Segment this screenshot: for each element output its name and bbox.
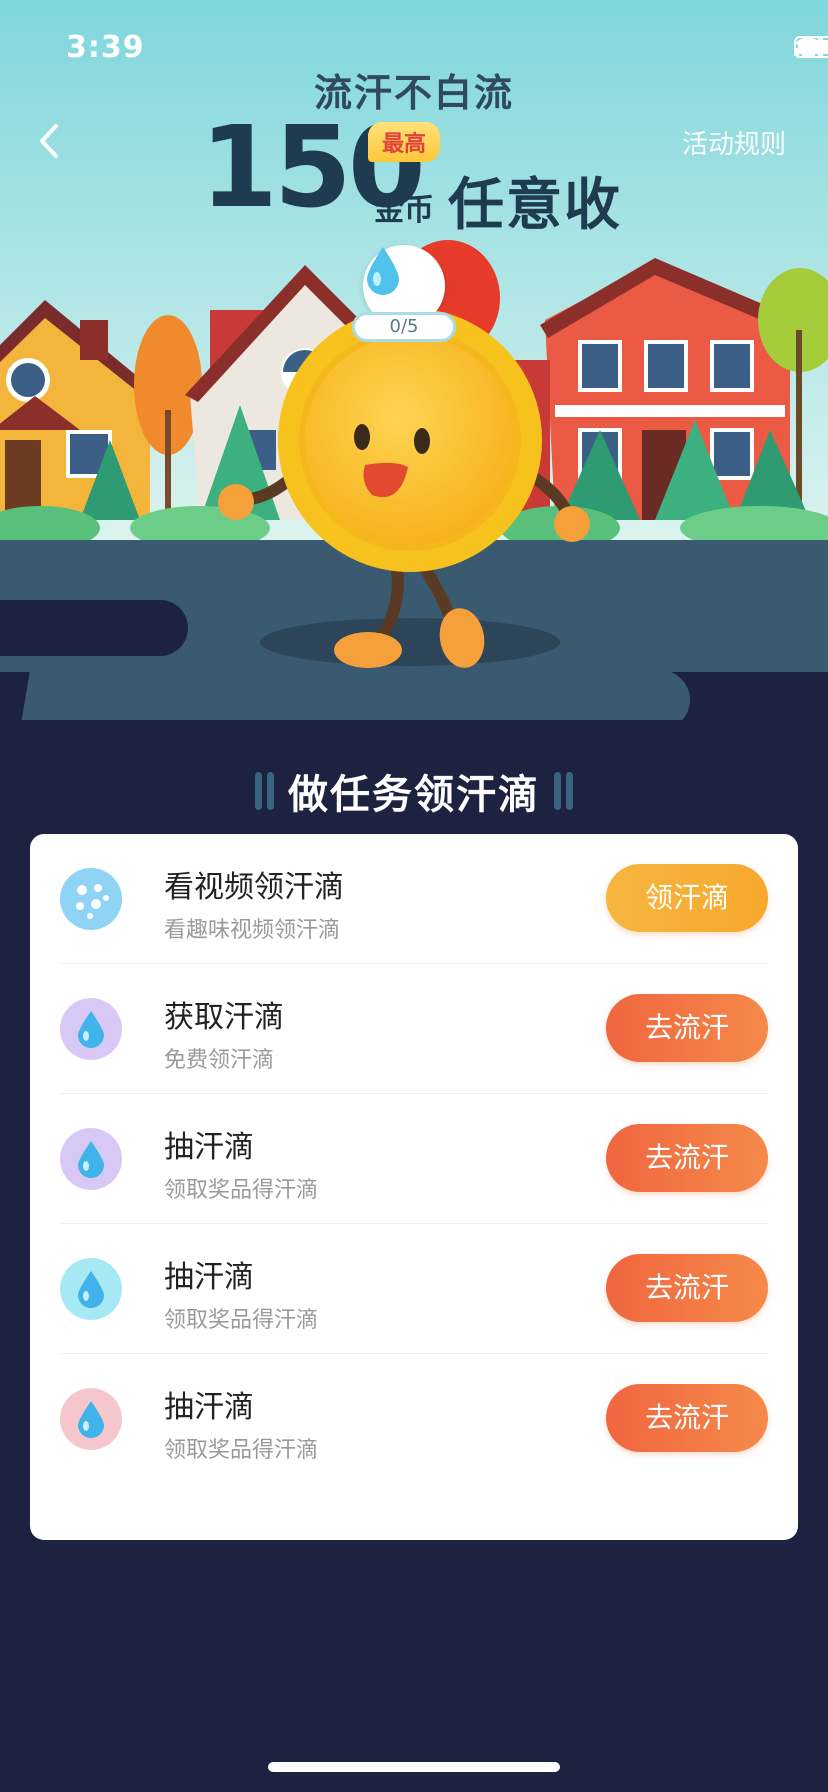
water-drop-icon	[78, 1401, 104, 1438]
task-list-card: 看视频领汗滴 看趣味视频领汗滴 领汗滴 获取汗滴 免费领汗滴 去流汗 抽汗滴 领…	[30, 834, 798, 1540]
app-root: 3:39 活动规则 流汗不白流 150 最高 金币 任意收 0/5 做任务领汗滴…	[0, 0, 828, 1792]
battery-icon	[794, 36, 828, 58]
coin-unit-label: 金币	[374, 193, 434, 228]
tagline: 任意收	[448, 173, 622, 238]
task-icon	[60, 1128, 122, 1190]
task-icon	[60, 1258, 122, 1320]
claim-drops-button[interactable]: 领汗滴	[606, 864, 768, 932]
go-sweat-button[interactable]: 去流汗	[606, 1384, 768, 1452]
task-subtitle: 领取奖品得汗滴	[164, 1438, 319, 1463]
title-bars-left	[255, 772, 274, 810]
task-subtitle: 免费领汗滴	[164, 1048, 275, 1073]
task-subtitle: 领取奖品得汗滴	[164, 1308, 319, 1333]
task-icon	[60, 998, 122, 1060]
section-header: 做任务领汗滴	[0, 762, 828, 820]
back-button[interactable]	[30, 118, 70, 164]
task-title: 获取汗滴	[164, 1000, 284, 1035]
drop-progress-text: 0/5	[352, 312, 456, 342]
section-title: 做任务领汗滴	[288, 772, 540, 818]
task-title: 抽汗滴	[164, 1260, 254, 1295]
status-time: 3:39	[66, 30, 145, 65]
task-row: 看视频领汗滴 看趣味视频领汗滴 领汗滴	[60, 834, 768, 964]
task-row: 抽汗滴 领取奖品得汗滴 去流汗	[60, 1224, 768, 1354]
task-title: 抽汗滴	[164, 1130, 254, 1165]
task-subtitle: 领取奖品得汗滴	[164, 1178, 319, 1203]
task-icon	[60, 1388, 122, 1450]
task-title: 抽汗滴	[164, 1390, 254, 1425]
task-row: 获取汗滴 免费领汗滴 去流汗	[60, 964, 768, 1094]
task-title: 看视频领汗滴	[164, 870, 344, 905]
video-dots-icon	[63, 871, 119, 927]
water-drop-icon	[78, 1141, 104, 1178]
activity-rules-link[interactable]: 活动规则	[682, 124, 786, 161]
water-drop-icon	[78, 1011, 104, 1048]
max-badge: 最高	[368, 122, 441, 162]
home-indicator[interactable]	[268, 1762, 560, 1772]
go-sweat-button[interactable]: 去流汗	[606, 1124, 768, 1192]
task-subtitle: 看趣味视频领汗滴	[164, 918, 341, 943]
chevron-left-icon	[40, 124, 58, 158]
task-row: 抽汗滴 领取奖品得汗滴 去流汗	[60, 1354, 768, 1484]
task-icon	[60, 868, 122, 930]
title-bars-right	[554, 772, 573, 810]
hero-banner: 3:39 活动规则 流汗不白流 150 最高 金币 任意收 0/5	[0, 0, 828, 720]
task-row: 抽汗滴 领取奖品得汗滴 去流汗	[60, 1094, 768, 1224]
water-drop-icon	[367, 247, 399, 295]
water-drop-icon	[78, 1271, 104, 1308]
go-sweat-button[interactable]: 去流汗	[606, 994, 768, 1062]
go-sweat-button[interactable]: 去流汗	[606, 1254, 768, 1322]
